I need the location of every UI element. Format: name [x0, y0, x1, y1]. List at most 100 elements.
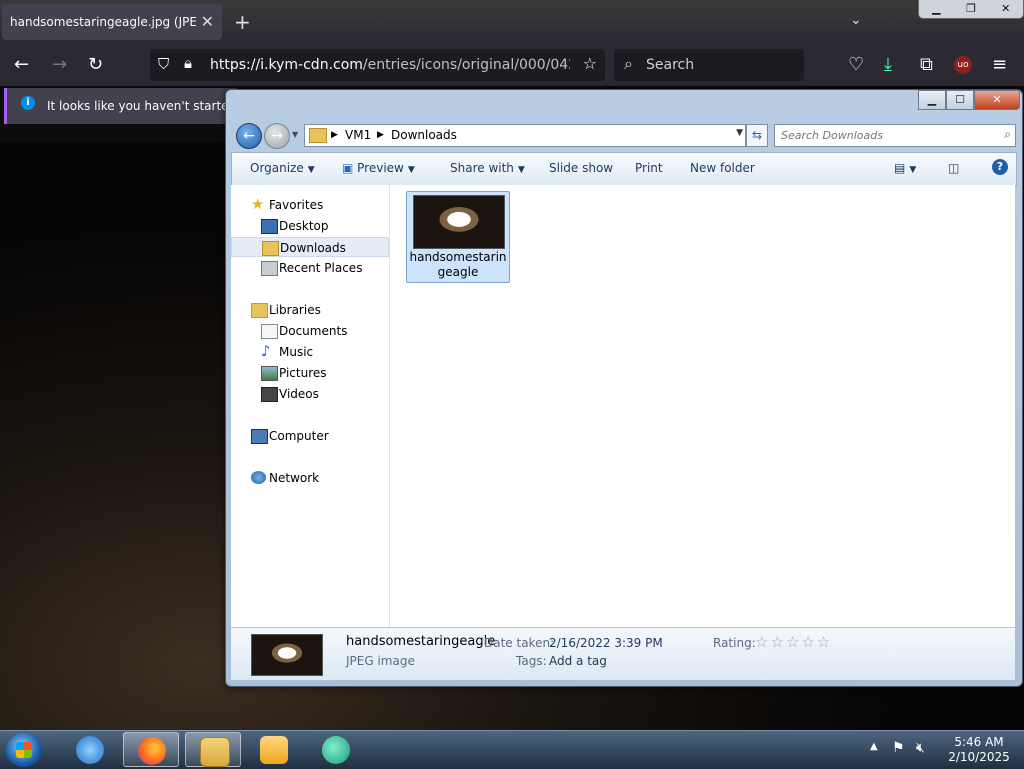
internet-explorer-icon [76, 736, 104, 764]
share-with-button[interactable]: Share with ▼ [450, 161, 525, 175]
shield-icon[interactable]: ⛉ [158, 55, 169, 73]
forward-arrow-icon[interactable]: → [52, 54, 67, 75]
taskbar-media-player[interactable] [246, 732, 302, 767]
desktop-icon [261, 219, 278, 234]
file-item[interactable]: handsomestaringeagle [406, 191, 510, 283]
help-icon[interactable]: ? [992, 159, 1008, 175]
preview-icon: ▣ [342, 161, 358, 175]
browser-window-controls: ▁ ❐ ✕ [918, 0, 1024, 19]
nav-favorites-label: Favorites [269, 198, 324, 212]
tags-value[interactable]: Add a tag [549, 654, 607, 668]
nav-music[interactable]: ♪ Music [231, 342, 389, 362]
breadcrumb-downloads[interactable]: Downloads [391, 128, 457, 142]
nav-libraries[interactable]: Libraries [231, 300, 389, 320]
download-icon[interactable]: ⤓ [884, 54, 892, 75]
search-icon[interactable]: ⌕ [1004, 127, 1011, 142]
details-file-name: handsomestaringeagle [346, 634, 496, 649]
nav-recent-places-label: Recent Places [279, 261, 363, 275]
new-tab-icon[interactable]: + [234, 10, 251, 34]
nav-downloads[interactable]: Downloads [231, 237, 389, 257]
action-center-icon[interactable]: ⚑ [892, 740, 905, 756]
eagle-image-thumbnail [413, 195, 505, 249]
nav-desktop[interactable]: Desktop [231, 216, 389, 236]
browser-tab[interactable]: handsomestaringeagle.jpg (JPEG Im ✕ [2, 4, 222, 40]
taskbar-app[interactable] [308, 732, 364, 767]
taskbar-firefox[interactable] [123, 732, 179, 767]
browser-search-box[interactable]: ⌕ Search [614, 49, 804, 81]
nav-videos[interactable]: Videos [231, 384, 389, 404]
libraries-icon [251, 303, 268, 318]
folder-icon [309, 128, 327, 143]
windows-logo-icon [16, 742, 32, 758]
taskbar-internet-explorer[interactable] [62, 732, 118, 767]
nav-computer[interactable]: Computer [231, 426, 389, 446]
ublock-icon[interactable]: uo [954, 56, 972, 74]
forward-button[interactable]: → [264, 123, 290, 149]
restore-icon[interactable]: ❐ [954, 0, 989, 18]
details-file-type: JPEG image [346, 654, 415, 668]
pocket-icon[interactable]: ♡ [848, 54, 864, 75]
videos-icon [261, 387, 278, 402]
chevron-down-icon: ▼ [517, 165, 525, 175]
reload-icon[interactable]: ↻ [88, 54, 103, 75]
date-taken-value[interactable]: 2/16/2022 3:39 PM [549, 636, 663, 650]
search-input[interactable] [779, 127, 993, 144]
close-icon[interactable]: ✕ [988, 0, 1023, 18]
minimize-icon[interactable]: ▁ [918, 90, 946, 110]
nav-favorites[interactable]: ★ Favorites [231, 195, 389, 215]
refresh-button[interactable]: ⇆ [746, 124, 768, 147]
organize-button[interactable]: Organize ▼ [250, 161, 315, 175]
nav-desktop-label: Desktop [279, 219, 329, 233]
new-folder-button[interactable]: New folder [690, 161, 755, 175]
close-icon[interactable]: ✕ [974, 90, 1020, 110]
url-text: https://i.kym-cdn.com/entries/icons/orig… [210, 57, 570, 73]
nav-network[interactable]: Network [231, 468, 389, 488]
close-tab-icon[interactable]: ✕ [201, 12, 214, 31]
extensions-icon[interactable]: ⧉ [920, 54, 933, 75]
media-player-icon [260, 736, 288, 764]
start-button[interactable] [6, 733, 42, 767]
lock-icon[interactable]: 🔒︎ [184, 54, 192, 72]
nav-pictures[interactable]: Pictures [231, 363, 389, 383]
view-icon: ▤ [894, 161, 906, 175]
menu-icon[interactable]: ≡ [992, 54, 1007, 75]
address-dropdown-icon[interactable]: ▼ [736, 128, 743, 138]
nav-documents[interactable]: Documents [231, 321, 389, 341]
rating-stars[interactable]: ☆☆☆☆☆ [755, 633, 832, 651]
maximize-icon[interactable]: ☐ [946, 90, 974, 110]
taskbar-windows-explorer[interactable] [185, 732, 241, 767]
preview-button[interactable]: ▣ Preview ▼ [342, 161, 415, 175]
slide-show-button[interactable]: Slide show [549, 161, 613, 175]
search-downloads-box: ⌕ [774, 124, 1016, 147]
back-button[interactable]: ← [236, 123, 262, 149]
nav-recent-places[interactable]: Recent Places [231, 258, 389, 278]
back-arrow-icon[interactable]: ← [14, 54, 29, 75]
recent-pages-icon[interactable]: ▼ [292, 130, 298, 139]
breadcrumb-chevron-icon[interactable]: ▶ [331, 130, 338, 140]
breadcrumb-vm1[interactable]: VM1 [345, 128, 371, 142]
breadcrumb-chevron-icon[interactable]: ▶ [377, 130, 384, 140]
file-name: handsomestaringeagle [409, 250, 507, 279]
downloads-folder-icon [262, 241, 279, 256]
nav-libraries-label: Libraries [269, 303, 321, 317]
preview-label: Preview [357, 161, 404, 175]
info-icon: i [21, 96, 35, 110]
clock-time[interactable]: 5:46 AM [944, 735, 1014, 749]
recent-places-icon [261, 261, 278, 276]
star-icon: ★ [251, 195, 265, 213]
firefox-icon [138, 737, 166, 765]
clock-date[interactable]: 2/10/2025 [944, 750, 1014, 764]
preview-pane-icon[interactable]: ◫ [948, 161, 959, 175]
bookmark-star-icon[interactable]: ☆ [583, 54, 597, 73]
taskbar: ▲ ⚑ 🔇︎ 5:46 AM 2/10/2025 [0, 730, 1024, 769]
explorer-window: ▁ ☐ ✕ ← → ▼ ▶ VM1 ▶ Downloads ▼ ⇆ ⌕ Orga… [225, 89, 1023, 687]
chevron-down-icon[interactable]: ⌄ [850, 12, 862, 28]
volume-muted-icon[interactable]: 🔇︎ [916, 740, 925, 756]
print-button[interactable]: Print [635, 161, 663, 175]
change-view-button[interactable]: ▤ ▼ [894, 161, 916, 175]
address-bar[interactable]: ▶ VM1 ▶ Downloads ▼ [304, 124, 746, 147]
notification-text: It looks like you haven't started Fir [47, 99, 255, 113]
minimize-icon[interactable]: ▁ [919, 0, 954, 18]
show-hidden-icons-icon[interactable]: ▲ [870, 741, 878, 752]
url-bar[interactable]: ⛉ 🔒︎ https://i.kym-cdn.com/entries/icons… [150, 49, 605, 81]
